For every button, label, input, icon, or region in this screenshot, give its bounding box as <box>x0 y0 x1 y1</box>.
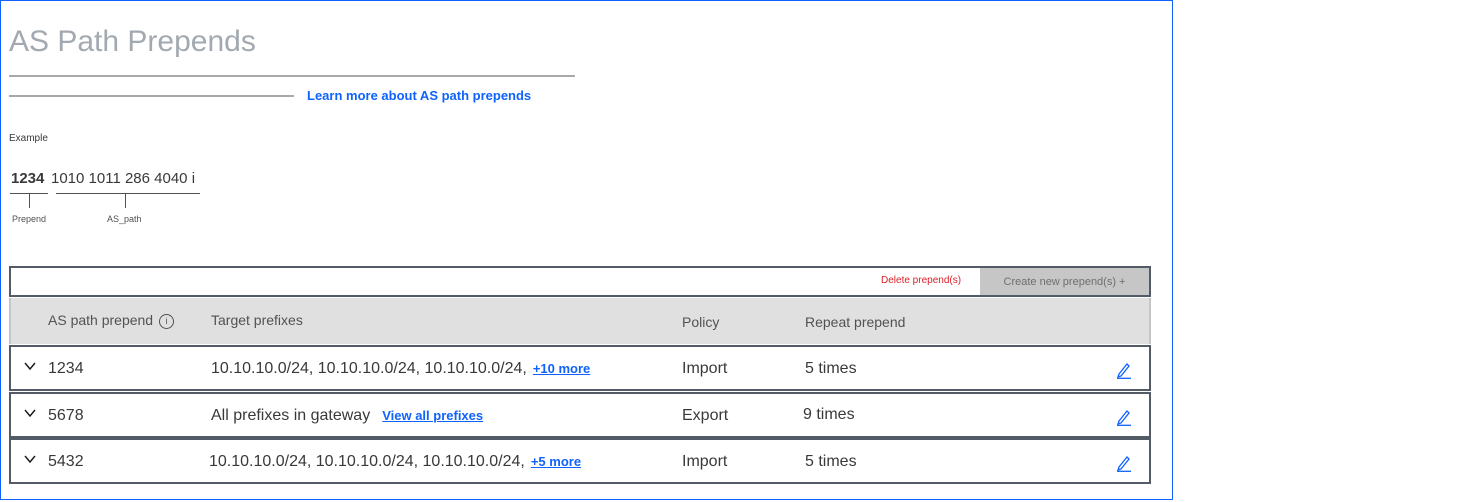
table-row[interactable]: 1234 10.10.10.0/24, 10.10.10.0/24, 10.10… <box>9 345 1151 391</box>
table-row[interactable]: 5678 All prefixes in gateway View all pre… <box>9 392 1151 438</box>
as-path-bracket-stem <box>125 194 126 208</box>
chevron-down-icon[interactable] <box>23 452 37 466</box>
prefix-list: All prefixes in gateway <box>211 407 371 424</box>
example-as-path-value: 1010 1011 286 4040 i <box>51 170 196 187</box>
prefix-list: 10.10.10.0/24, 10.10.10.0/24, 10.10.10.0… <box>211 360 527 377</box>
table-row[interactable]: 5432 10.10.10.0/24, 10.10.10.0/24, 10.10… <box>9 438 1151 484</box>
column-header-target-prefixes: Target prefixes <box>211 312 303 328</box>
example-prepend-value: 1234 <box>11 170 45 187</box>
prepend-value: 5432 <box>48 453 84 470</box>
create-prepend-button[interactable]: Create new prepend(s) + <box>980 268 1149 295</box>
repeat-value: 9 times <box>803 406 855 423</box>
prepend-caption: Prepend <box>12 214 47 224</box>
chevron-down-icon[interactable] <box>23 359 37 373</box>
delete-prepends-button[interactable]: Delete prepend(s) <box>881 275 961 286</box>
prepend-value: 5678 <box>48 407 84 424</box>
policy-value: Import <box>682 360 728 377</box>
page-title: AS Path Prepends <box>9 25 256 58</box>
prepend-bracket-stem <box>29 194 30 208</box>
column-header-as-path-prepend: AS path prepend i <box>48 312 175 329</box>
repeat-value: 5 times <box>805 360 857 377</box>
column-header-repeat-prepend: Repeat prepend <box>805 314 906 330</box>
target-prefixes: 10.10.10.0/24, 10.10.10.0/24, 10.10.10.0… <box>209 453 581 471</box>
as-path-caption: AS_path <box>107 214 142 224</box>
column-header-policy: Policy <box>682 314 720 330</box>
policy-value: Import <box>682 453 728 470</box>
pencil-edit-icon[interactable] <box>1116 454 1132 472</box>
title-divider <box>9 75 575 77</box>
example-label: Example <box>9 133 48 144</box>
target-prefixes: 10.10.10.0/24, 10.10.10.0/24, 10.10.10.0… <box>211 360 590 378</box>
prepend-value: 1234 <box>48 360 84 377</box>
prefix-list: 10.10.10.0/24, 10.10.10.0/24, 10.10.10.0… <box>209 453 525 470</box>
info-icon[interactable]: i <box>159 314 175 329</box>
pencil-edit-icon[interactable] <box>1116 361 1132 379</box>
chevron-down-icon[interactable] <box>23 406 37 420</box>
view-all-prefixes-link[interactable]: View all prefixes <box>382 408 483 423</box>
table-header: AS path prepend i Target prefixes Policy … <box>9 298 1151 344</box>
link-divider <box>9 95 294 97</box>
repeat-value: 5 times <box>805 453 857 470</box>
more-prefixes-link[interactable]: +5 more <box>531 454 581 469</box>
pencil-edit-icon[interactable] <box>1116 408 1132 426</box>
as-path-bracket <box>56 193 200 194</box>
target-prefixes: All prefixes in gateway View all prefixes <box>211 407 483 425</box>
more-prefixes-link[interactable]: +10 more <box>533 361 590 376</box>
learn-more-link[interactable]: Learn more about AS path prepends <box>307 88 531 103</box>
column-header-label: AS path prepend <box>48 312 154 328</box>
policy-value: Export <box>682 407 729 424</box>
table-toolbar: Delete prepend(s) Create new prepend(s) … <box>9 266 1151 297</box>
page-frame: AS Path Prepends Learn more about AS pat… <box>0 0 1173 500</box>
